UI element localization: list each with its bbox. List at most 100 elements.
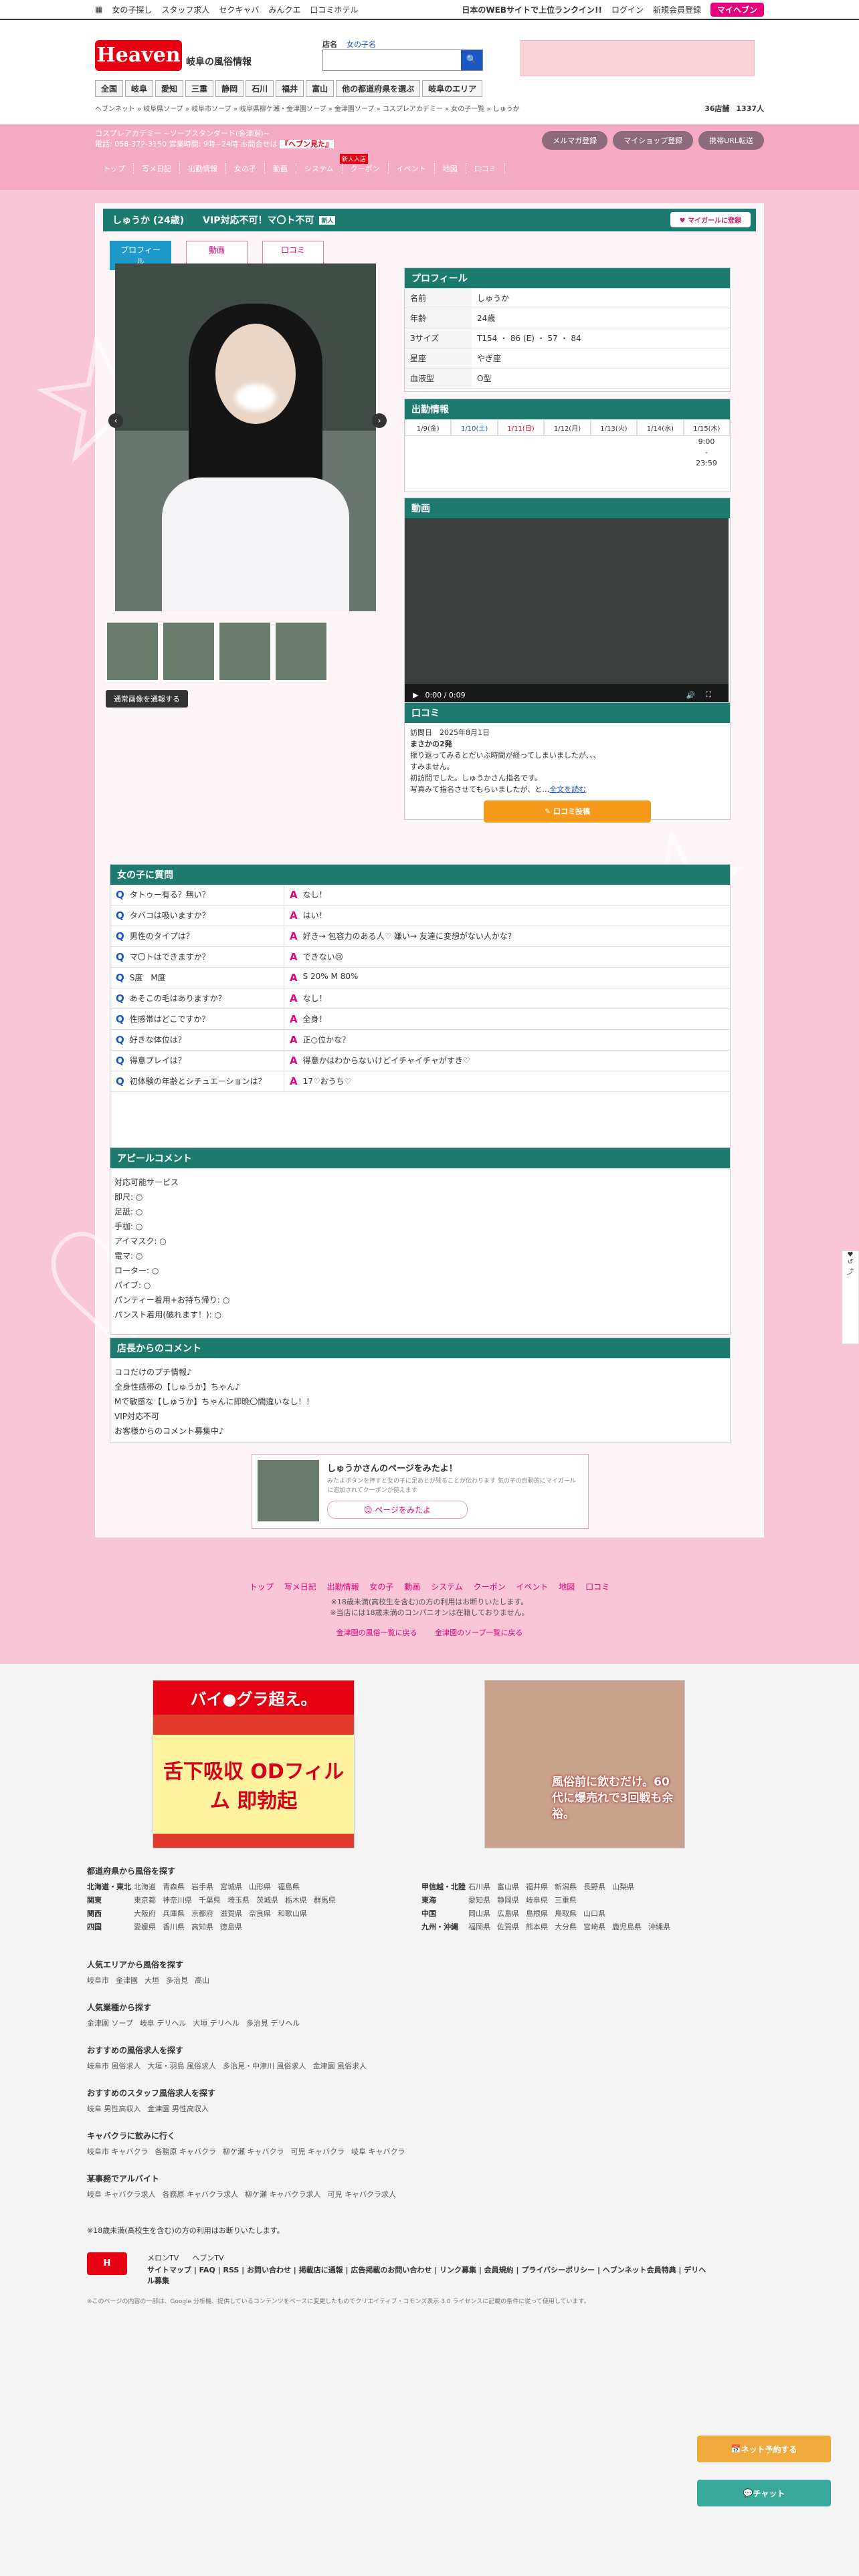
footer-nav-item[interactable]: 口コミ	[585, 1582, 609, 1592]
top-link[interactable]: 口コミホテル	[310, 4, 358, 15]
thumb[interactable]	[274, 621, 328, 681]
thumb[interactable]	[162, 621, 215, 681]
top-link[interactable]: スタッフ求人	[161, 4, 209, 15]
pref-link[interactable]: 岡山県	[468, 1907, 490, 1921]
back-fuzoku-link[interactable]: 金津園の風俗一覧に戻る	[337, 1628, 417, 1637]
myheaven-button[interactable]: マイヘブン	[710, 2, 764, 17]
pref-link[interactable]: 大阪府	[134, 1907, 156, 1921]
pref-link[interactable]: 香川県	[163, 1921, 185, 1934]
pref-link[interactable]: 京都府	[191, 1907, 213, 1921]
pref-link[interactable]: 鳥取県	[555, 1907, 577, 1921]
pref-link[interactable]: 奈良県	[249, 1907, 271, 1921]
register-link[interactable]: 新規会員登録	[653, 4, 701, 15]
footer-link[interactable]: 金津園 男性高収入	[148, 2103, 209, 2116]
ad-banner-1[interactable]: バイ●グラ超え。 舌下吸収 ODフィルム 即勃起	[153, 1680, 355, 1848]
shop-nav-item[interactable]: トップ	[95, 163, 134, 174]
pref-link[interactable]: 広島県	[497, 1907, 519, 1921]
footer-nav-item[interactable]: クーポン	[474, 1582, 506, 1592]
search-input[interactable]	[323, 50, 461, 70]
nav-item[interactable]: 福井	[276, 80, 304, 97]
pref-link[interactable]: 長野県	[583, 1881, 605, 1894]
pref-link[interactable]: 群馬県	[314, 1894, 336, 1907]
pref-link[interactable]: 宮崎県	[583, 1921, 605, 1934]
top-link[interactable]: 女の子探し	[112, 4, 152, 15]
heaven-tv-link[interactable]: ヘブンTV	[192, 2252, 223, 2263]
ad-banner-2[interactable]: 風俗前に飲むだけ。60代に爆売れで3回戦も余裕。	[484, 1680, 685, 1848]
shop-nav-item[interactable]: システム	[296, 163, 343, 174]
pref-link[interactable]: 岩手県	[191, 1881, 213, 1894]
pref-link[interactable]: 宮城県	[220, 1881, 242, 1894]
pref-link[interactable]: 鹿児島県	[612, 1921, 642, 1934]
footer-link[interactable]: 大垣・羽島 風俗求人	[148, 2060, 217, 2073]
grid-icon[interactable]: ▦	[95, 5, 102, 14]
footer-link[interactable]: 岐阜 キャバクラ	[351, 2145, 405, 2159]
footer-nav-item[interactable]: トップ	[250, 1582, 274, 1592]
logo[interactable]: Heaven	[95, 40, 182, 71]
top-link[interactable]: みんクエ	[268, 4, 300, 15]
pref-link[interactable]: 栃木県	[285, 1894, 307, 1907]
footer-link[interactable]: 可児 キャバクラ求人	[328, 2188, 397, 2202]
pref-link[interactable]: 茨城県	[256, 1894, 278, 1907]
pref-link[interactable]: 大分県	[555, 1921, 577, 1934]
pref-link[interactable]: 福島県	[278, 1881, 300, 1894]
chat-button[interactable]: 💬 チャット	[697, 2480, 831, 2506]
pref-link[interactable]: 三重県	[555, 1894, 577, 1907]
pref-link[interactable]: 東京都	[134, 1894, 156, 1907]
net-reserve-button[interactable]: 📅 ネット予約する	[697, 2436, 831, 2462]
nav-item[interactable]: 静岡	[215, 80, 244, 97]
footer-nav-item[interactable]: システム	[431, 1582, 463, 1592]
footer-nav-item[interactable]: 女の子	[369, 1582, 393, 1592]
search-girl-label[interactable]: 女の子名	[347, 39, 376, 49]
play-icon[interactable]: ▶	[413, 691, 418, 700]
top-banner[interactable]	[520, 40, 755, 76]
search-icon[interactable]: 🔍	[461, 50, 482, 70]
pref-link[interactable]: 千葉県	[199, 1894, 221, 1907]
back-soap-link[interactable]: 金津園のソープ一覧に戻る	[435, 1628, 522, 1637]
breadcrumb[interactable]: ヘブンネット » 岐阜県ソープ » 岐阜市ソープ » 岐阜県柳ケ瀬・金津園ソープ…	[95, 103, 520, 113]
footer-link[interactable]: 柳ケ瀬 キャバクラ	[223, 2145, 284, 2159]
top-link[interactable]: セクキャバ	[219, 4, 259, 15]
prev-photo-icon[interactable]: ‹	[108, 413, 123, 428]
nav-item[interactable]: 富山	[306, 80, 335, 97]
pref-link[interactable]: 高知県	[191, 1921, 213, 1934]
history-icon[interactable]: ↺	[842, 1259, 858, 1266]
search-shop-label[interactable]: 店名	[322, 39, 337, 49]
footer-link[interactable]: 金津園 ソープ	[87, 2017, 133, 2030]
pref-link[interactable]: 滋賀県	[220, 1907, 242, 1921]
mitayo-button[interactable]: ☺ ページをみたよ	[327, 1501, 468, 1519]
footer-link[interactable]: 金津園 風俗求人	[313, 2060, 367, 2073]
mailmag-button[interactable]: メルマガ登録	[542, 131, 608, 150]
footer-link[interactable]: 高山	[195, 1974, 209, 1988]
footer-link[interactable]: 各務原 キャバクラ	[155, 2145, 217, 2159]
pref-link[interactable]: 富山県	[497, 1881, 519, 1894]
footer-link[interactable]: 柳ケ瀬 キャバクラ求人	[245, 2188, 321, 2202]
shop-nav-item[interactable]: 口コミ	[466, 163, 505, 174]
footer-nav-item[interactable]: イベント	[516, 1582, 548, 1592]
footer-link[interactable]: 岐阜 キャバクラ求人	[87, 2188, 156, 2202]
pref-link[interactable]: 和歌山県	[278, 1907, 307, 1921]
pref-link[interactable]: 福岡県	[468, 1921, 490, 1934]
mobile-url-button[interactable]: 携帯URL転送	[698, 131, 764, 150]
nav-item[interactable]: 他の都道府県を選ぶ	[336, 80, 421, 97]
myshop-button[interactable]: マイショップ登録	[613, 131, 694, 150]
footer-nav-item[interactable]: 出勤情報	[327, 1582, 359, 1592]
footer-link[interactable]: 岐阜 デリヘル	[140, 2017, 187, 2030]
footer-link[interactable]: 大垣	[145, 1974, 159, 1988]
report-photo-button[interactable]: 通常画像を通報する	[106, 690, 188, 708]
shop-nav-item[interactable]: 出勤情報	[180, 163, 226, 174]
pref-link[interactable]: 佐賀県	[497, 1921, 519, 1934]
nav-item[interactable]: 岐阜のエリア	[422, 80, 483, 97]
shop-nav-item[interactable]: クーポン	[343, 163, 389, 174]
fav-girl-button[interactable]: ♥ マイガールに登録	[670, 212, 751, 227]
footer-nav-item[interactable]: 地図	[559, 1582, 575, 1592]
shop-nav-item[interactable]: イベント	[389, 163, 435, 174]
next-photo-icon[interactable]: ›	[372, 413, 387, 428]
pref-link[interactable]: 福井県	[526, 1881, 548, 1894]
pref-link[interactable]: 岐阜県	[526, 1894, 548, 1907]
nav-item[interactable]: 三重	[185, 80, 214, 97]
pref-link[interactable]: 石川県	[468, 1881, 490, 1894]
shop-name[interactable]: コスプレアカデミー ~ソープスタンダード(金津園)~	[95, 128, 334, 139]
footer-link[interactable]: 多治見	[166, 1974, 188, 1988]
pref-link[interactable]: 青森県	[163, 1881, 185, 1894]
pref-link[interactable]: 山梨県	[612, 1881, 634, 1894]
